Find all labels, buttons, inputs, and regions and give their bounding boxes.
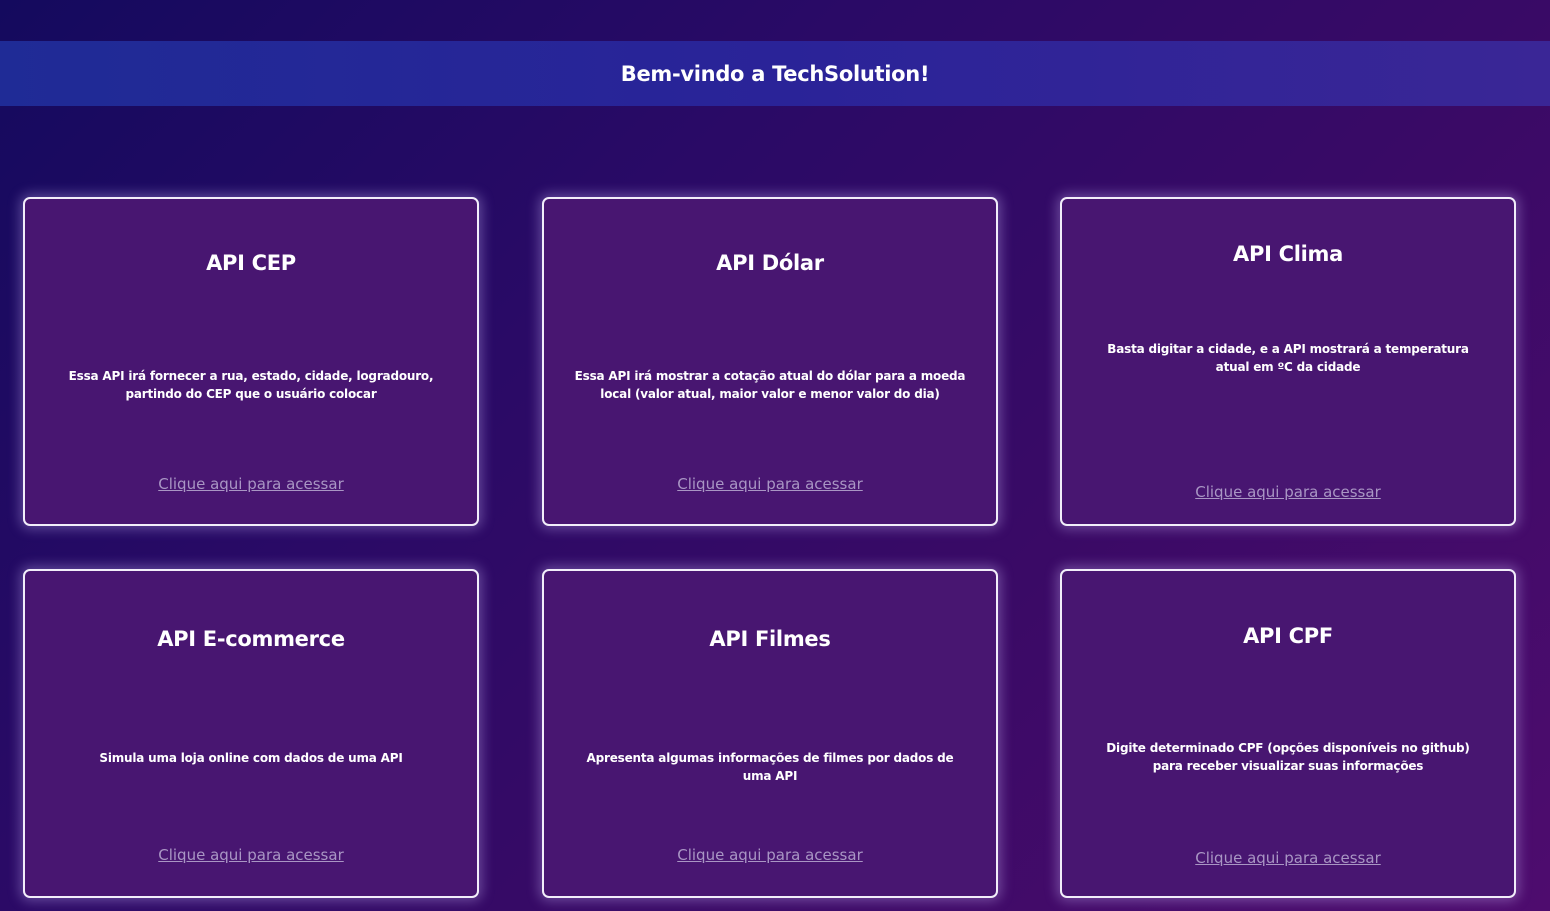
card-access-link[interactable]: Clique aqui para acessar xyxy=(25,475,477,493)
card-title: API Filmes xyxy=(709,627,831,651)
card-access-link[interactable]: Clique aqui para acessar xyxy=(544,475,996,493)
card-api-dolar: API Dólar Essa API irá mostrar a cotação… xyxy=(542,197,998,526)
card-access-link[interactable]: Clique aqui para acessar xyxy=(1062,849,1514,867)
card-api-cep: API CEP Essa API irá fornecer a rua, est… xyxy=(23,197,479,526)
card-api-filmes: API Filmes Apresenta algumas informações… xyxy=(542,569,998,898)
page-header: Bem-vindo a TechSolution! xyxy=(0,41,1550,106)
card-description: Digite determinado CPF (opções disponíve… xyxy=(1106,741,1470,773)
card-description: Essa API irá mostrar a cotação atual do … xyxy=(574,369,966,401)
card-api-cpf: API CPF Digite determinado CPF (opções d… xyxy=(1060,569,1516,898)
card-api-clima: API Clima Basta digitar a cidade, e a AP… xyxy=(1060,197,1516,526)
card-access-link[interactable]: Clique aqui para acessar xyxy=(25,846,477,864)
card-title: API Dólar xyxy=(716,251,824,275)
card-access-link[interactable]: Clique aqui para acessar xyxy=(1062,483,1514,501)
card-access-link[interactable]: Clique aqui para acessar xyxy=(544,846,996,864)
card-title: API CEP xyxy=(206,251,296,275)
card-title: API E-commerce xyxy=(157,627,345,651)
card-description: Essa API irá fornecer a rua, estado, cid… xyxy=(68,369,434,401)
card-api-ecommerce: API E-commerce Simula uma loja online co… xyxy=(23,569,479,898)
card-description: Simula uma loja online com dados de uma … xyxy=(99,751,403,765)
card-description: Basta digitar a cidade, e a API mostrará… xyxy=(1107,342,1469,374)
card-title: API Clima xyxy=(1233,242,1343,266)
card-title: API CPF xyxy=(1243,624,1333,648)
page-title: Bem-vindo a TechSolution! xyxy=(620,61,930,86)
card-description: Apresenta algumas informações de filmes … xyxy=(586,751,954,783)
